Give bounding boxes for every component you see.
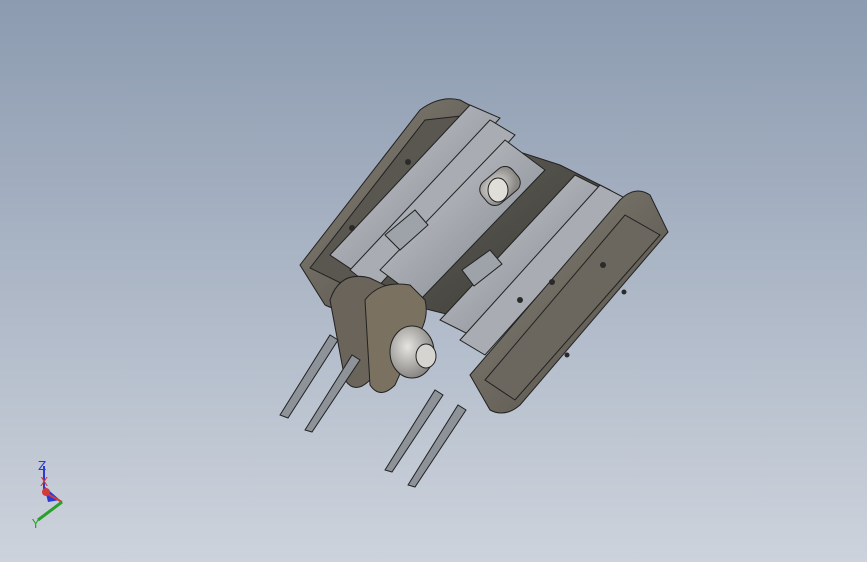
assembly-model[interactable] (0, 0, 867, 562)
y-axis-line (37, 500, 63, 522)
prong-right-1[interactable] (384, 389, 444, 473)
prong-right-2[interactable] (407, 404, 467, 488)
coordinate-triad: Z X Y (31, 459, 63, 531)
graphics-viewport[interactable]: Z X Y (0, 0, 867, 562)
y-axis-label: Y (31, 517, 40, 531)
z-axis-label: Z (38, 459, 46, 473)
origin-marker (42, 488, 50, 496)
x-axis-label: X (40, 475, 48, 489)
drive-shaft[interactable] (389, 325, 437, 379)
